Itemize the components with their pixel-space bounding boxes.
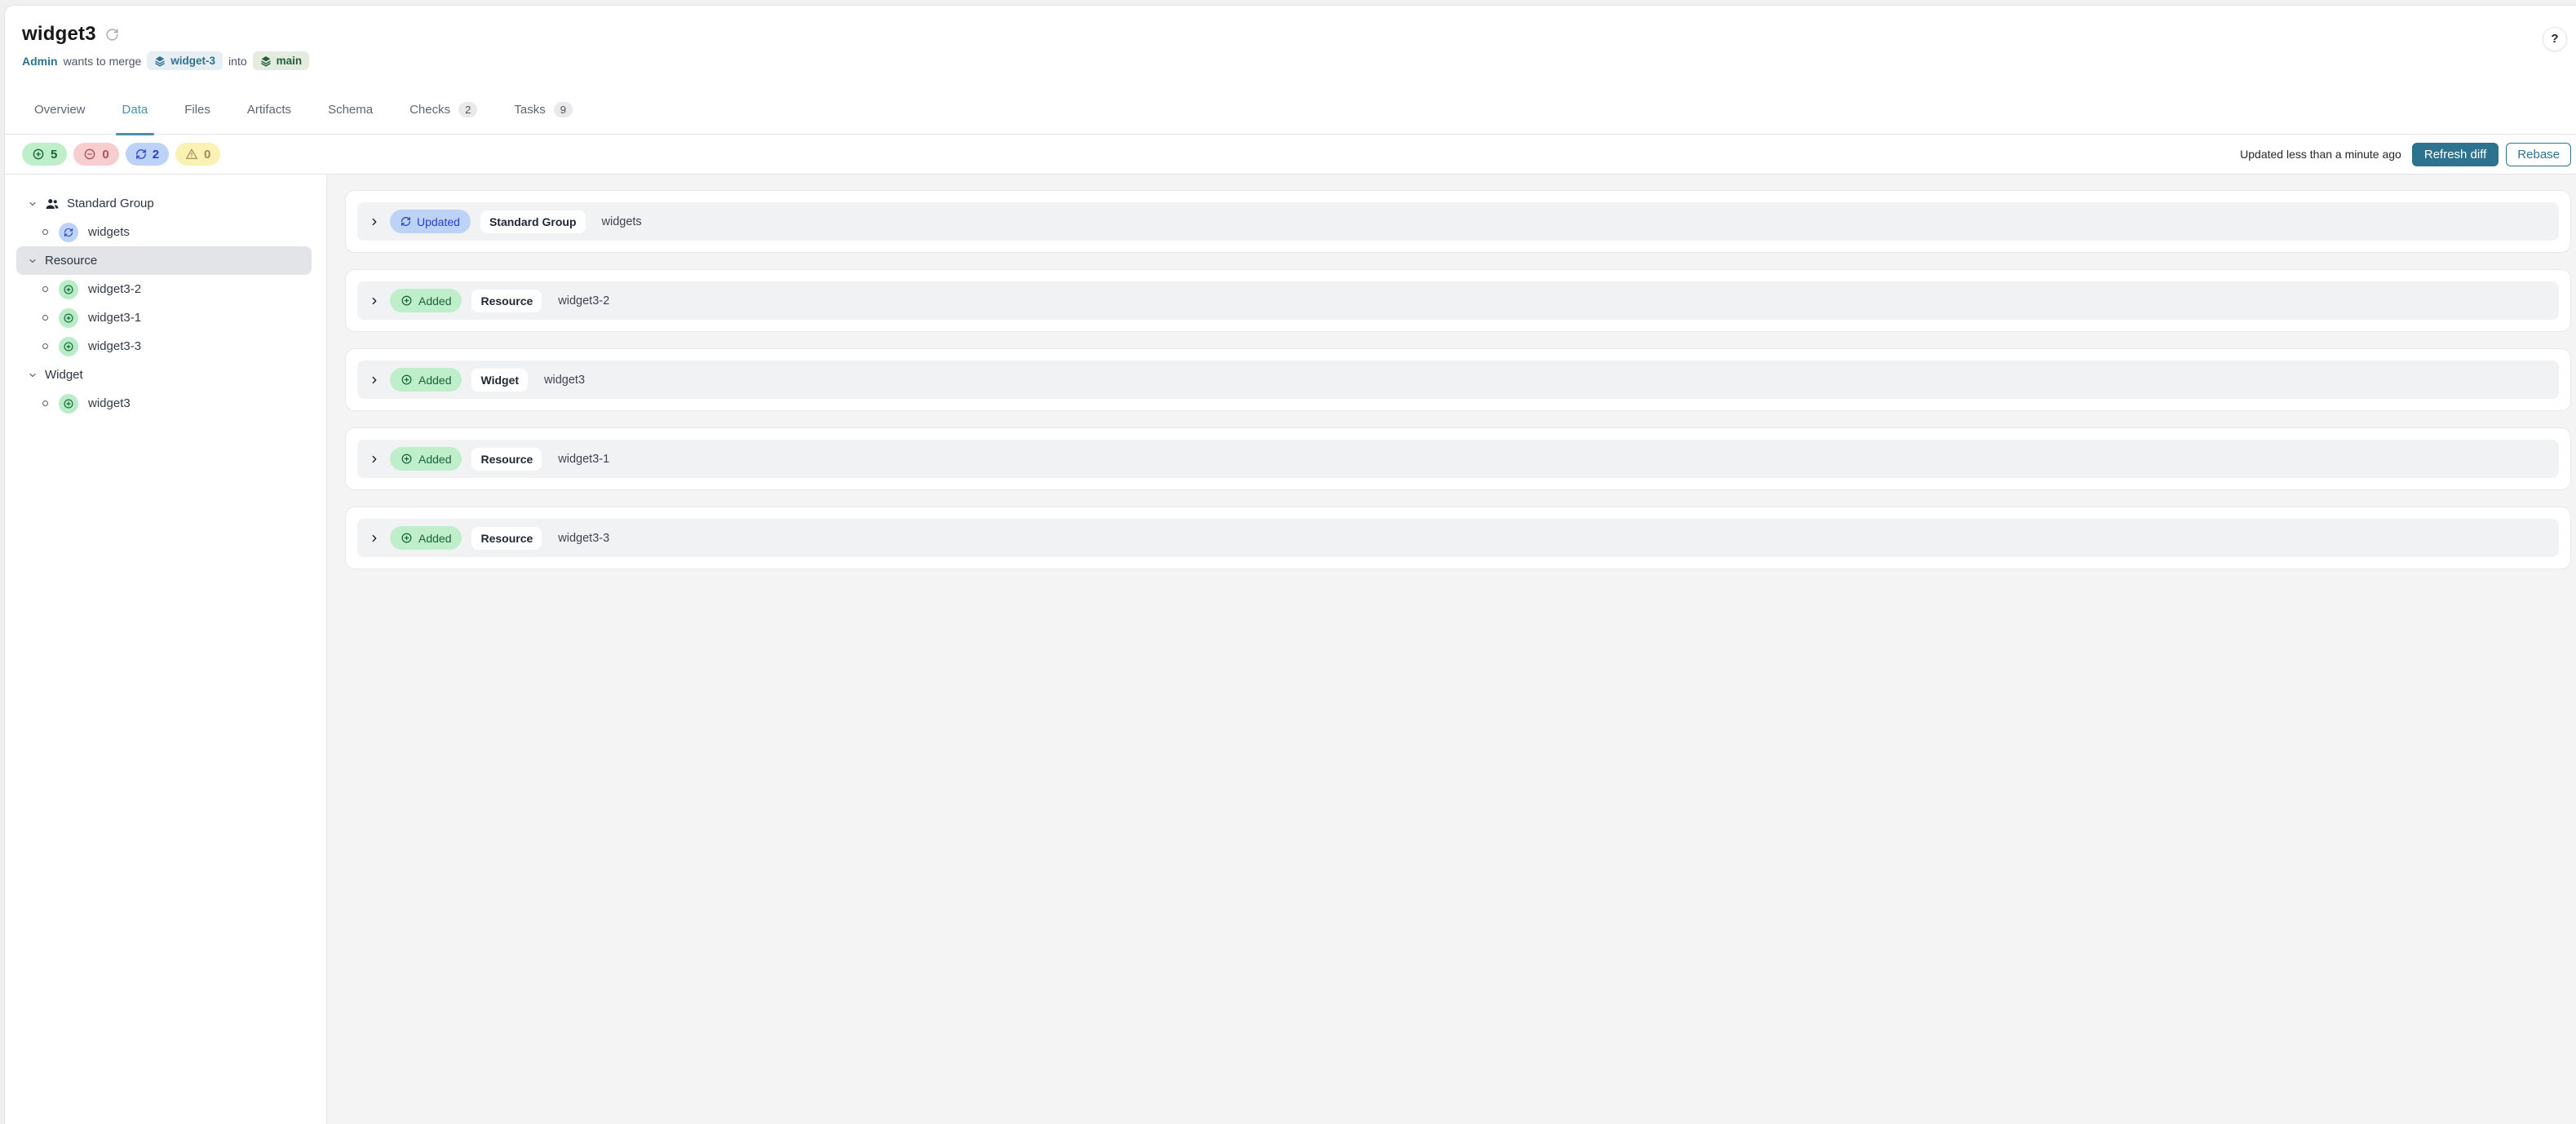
tab-artifacts[interactable]: Artifacts bbox=[241, 85, 298, 134]
warning-icon bbox=[185, 148, 198, 161]
tab-tasks[interactable]: Tasks 9 bbox=[507, 85, 579, 134]
merge-request-page: widget3 Admin wants to merge widget-3 in… bbox=[4, 5, 2576, 1124]
bullet-icon bbox=[42, 286, 48, 292]
tree-item-widget3-1[interactable]: widget3-1 bbox=[16, 303, 312, 332]
diff-tree-sidebar: Standard Group widgets Resource widget3-… bbox=[5, 175, 327, 1124]
warning-count-badge: 0 bbox=[175, 143, 221, 166]
bullet-icon bbox=[42, 400, 48, 406]
tab-files[interactable]: Files bbox=[178, 85, 217, 134]
diff-row-header[interactable]: Added Resource widget3-3 bbox=[357, 519, 2559, 557]
status-badge: Added bbox=[390, 447, 463, 471]
chevron-right-icon bbox=[369, 374, 380, 386]
last-updated-text: Updated less than a minute ago bbox=[2240, 148, 2401, 161]
tab-data[interactable]: Data bbox=[115, 85, 155, 135]
tab-checks[interactable]: Checks 2 bbox=[403, 85, 484, 134]
refresh-diff-button[interactable]: Refresh diff bbox=[2411, 142, 2499, 166]
header: widget3 Admin wants to merge widget-3 in… bbox=[5, 6, 2576, 85]
type-badge: Standard Group bbox=[480, 210, 586, 233]
updated-count-badge: 2 bbox=[125, 143, 170, 166]
plus-circle-icon bbox=[401, 453, 413, 465]
status-badge: Added bbox=[390, 526, 463, 550]
status-badge: Added bbox=[390, 289, 463, 312]
item-name: widget3-3 bbox=[558, 531, 610, 545]
item-name: widget3 bbox=[544, 373, 586, 387]
users-icon bbox=[45, 197, 60, 211]
rebase-button[interactable]: Rebase bbox=[2506, 142, 2571, 166]
tree-item-widget3[interactable]: widget3 bbox=[16, 389, 312, 418]
tab-schema[interactable]: Schema bbox=[321, 85, 379, 134]
plus-circle-icon bbox=[401, 532, 413, 544]
chevron-down-icon bbox=[28, 199, 38, 209]
diff-stats-bar: 5 0 2 0 Updated less than a minute ago R… bbox=[5, 135, 2576, 175]
tree-item-widget3-3[interactable]: widget3-3 bbox=[16, 332, 312, 361]
chevron-right-icon bbox=[369, 533, 380, 544]
tab-overview[interactable]: Overview bbox=[28, 85, 92, 134]
checks-count-badge: 2 bbox=[458, 101, 478, 117]
diff-list: Updated Standard Group widgets Added Res… bbox=[327, 175, 2576, 1124]
chevron-right-icon bbox=[369, 454, 380, 465]
diff-card: Added Resource widget3-1 bbox=[345, 427, 2571, 490]
added-plus-icon bbox=[59, 308, 78, 328]
diff-card: Added Resource widget3-3 bbox=[345, 507, 2571, 569]
type-badge: Resource bbox=[471, 447, 542, 471]
sync-icon bbox=[401, 216, 411, 227]
item-name: widgets bbox=[601, 215, 642, 228]
chevron-right-icon bbox=[369, 295, 380, 307]
author-link[interactable]: Admin bbox=[22, 55, 58, 68]
into-text: into bbox=[228, 54, 247, 68]
sync-icon bbox=[135, 148, 147, 160]
tree-group-standard-group[interactable]: Standard Group bbox=[16, 189, 312, 218]
type-badge: Resource bbox=[471, 526, 542, 550]
item-name: widget3-2 bbox=[558, 294, 610, 308]
minus-circle-icon bbox=[83, 148, 96, 161]
plus-circle-icon bbox=[32, 148, 45, 161]
bullet-icon bbox=[42, 343, 48, 349]
plus-circle-icon bbox=[401, 374, 413, 386]
source-branch-badge[interactable]: widget-3 bbox=[147, 51, 224, 70]
tasks-count-badge: 9 bbox=[553, 101, 573, 117]
type-badge: Widget bbox=[471, 368, 529, 392]
diff-row-header[interactable]: Updated Standard Group widgets bbox=[357, 202, 2559, 241]
target-branch-name: main bbox=[276, 55, 303, 67]
merge-summary: Admin wants to merge widget-3 into main bbox=[22, 51, 2576, 70]
bullet-icon bbox=[42, 315, 48, 321]
diff-card: Added Widget widget3 bbox=[345, 348, 2571, 411]
target-branch-badge[interactable]: main bbox=[252, 51, 310, 70]
bullet-icon bbox=[42, 229, 48, 235]
tree-group-widget[interactable]: Widget bbox=[16, 361, 312, 389]
updated-sync-icon bbox=[59, 222, 78, 242]
diff-row-header[interactable]: Added Widget widget3 bbox=[357, 361, 2559, 399]
item-name: widget3-1 bbox=[558, 452, 610, 466]
added-plus-icon bbox=[59, 279, 78, 299]
chevron-down-icon bbox=[28, 256, 38, 266]
page-title: widget3 bbox=[22, 23, 96, 45]
plus-circle-icon bbox=[401, 294, 413, 307]
diff-card: Added Resource widget3-2 bbox=[345, 269, 2571, 332]
diff-card: Updated Standard Group widgets bbox=[345, 190, 2571, 253]
chevron-right-icon bbox=[369, 216, 380, 228]
added-plus-icon bbox=[59, 336, 78, 356]
diff-row-header[interactable]: Added Resource widget3-1 bbox=[357, 440, 2559, 478]
branch-layers-icon bbox=[154, 55, 166, 67]
added-count-badge: 5 bbox=[22, 143, 68, 166]
chevron-down-icon bbox=[28, 370, 38, 380]
branch-layers-icon bbox=[260, 55, 272, 67]
tree-item-widget3-2[interactable]: widget3-2 bbox=[16, 275, 312, 303]
status-badge: Updated bbox=[390, 210, 471, 233]
diff-row-header[interactable]: Added Resource widget3-2 bbox=[357, 281, 2559, 320]
removed-count-badge: 0 bbox=[73, 143, 119, 166]
tree-group-resource[interactable]: Resource bbox=[16, 246, 312, 275]
source-branch-name: widget-3 bbox=[170, 55, 216, 67]
refresh-status-icon[interactable] bbox=[105, 28, 119, 42]
merge-text: wants to merge bbox=[63, 54, 142, 68]
status-badge: Added bbox=[390, 368, 463, 392]
tab-bar: Overview Data Files Artifacts Schema Che… bbox=[5, 85, 2576, 135]
added-plus-icon bbox=[59, 393, 78, 414]
type-badge: Resource bbox=[471, 289, 542, 312]
tree-item-widgets[interactable]: widgets bbox=[16, 218, 312, 246]
help-button[interactable]: ? bbox=[2543, 27, 2567, 51]
